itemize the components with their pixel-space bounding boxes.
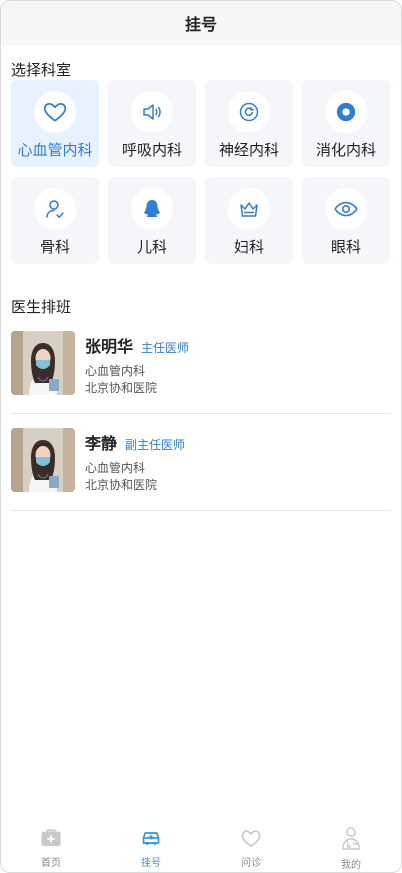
tab-home[interactable]: 首页 (1, 824, 101, 872)
speaker-icon (131, 91, 173, 133)
tab-label: 挂号 (141, 857, 161, 869)
crown-icon (228, 188, 270, 230)
department-label: 呼吸内科 (121, 141, 182, 159)
ambulance-icon (141, 828, 161, 852)
app-frame: 挂号 选择科室 心血管内科 呼吸内科 神经内科 消化内科 骨科 儿科 妇科 眼科… (0, 0, 402, 873)
bottom-tab-bar: 首页 挂号 问诊 我的 (1, 824, 401, 872)
schedule-section-title: 医生排班 (11, 298, 72, 316)
tab-label: 问诊 (241, 857, 261, 869)
doctor-name: 李静 (85, 434, 118, 453)
department-neurology[interactable]: 神经内科 (205, 80, 293, 167)
department-grid: 心血管内科 呼吸内科 神经内科 消化内科 骨科 儿科 妇科 眼科 (1, 80, 401, 264)
department-label: 消化内科 (315, 141, 376, 159)
doctor-department: 心血管内科 (85, 461, 146, 475)
doctor-icon (340, 826, 362, 854)
department-label: 骨科 (39, 238, 70, 256)
doctor-name: 张明华 (85, 337, 134, 356)
doctor-list: 张明华 主任医师 心血管内科 北京协和医院 李静 副主任医师 心血管内科 北京协… (1, 317, 401, 511)
doctor-hospital: 北京协和医院 (85, 381, 158, 395)
doctor-department: 心血管内科 (85, 364, 146, 378)
heart-outline-icon (240, 828, 262, 852)
heart-icon (34, 91, 76, 133)
department-gastroenterology[interactable]: 消化内科 (302, 80, 390, 167)
department-label: 儿科 (136, 238, 167, 256)
tab-consult[interactable]: 问诊 (201, 824, 301, 872)
department-label: 神经内科 (218, 141, 279, 159)
department-orthopedics[interactable]: 骨科 (11, 177, 99, 264)
department-pediatrics[interactable]: 儿科 (108, 177, 196, 264)
user-check-icon (34, 188, 76, 230)
doctor-card[interactable]: 李静 副主任医师 心血管内科 北京协和医院 (11, 414, 391, 511)
doctor-info: 张明华 主任医师 心血管内科 北京协和医院 (85, 331, 189, 394)
department-label: 妇科 (233, 238, 264, 256)
department-gynecology[interactable]: 妇科 (205, 177, 293, 264)
child-icon (131, 188, 173, 230)
doctor-title: 主任医师 (141, 341, 190, 355)
tab-register[interactable]: 挂号 (101, 824, 201, 872)
doctor-info: 李静 副主任医师 心血管内科 北京协和医院 (85, 428, 185, 491)
department-cardiology[interactable]: 心血管内科 (11, 80, 99, 167)
refresh-icon (228, 91, 270, 133)
tab-label: 首页 (41, 857, 61, 869)
medkit-icon (40, 828, 62, 852)
eye-icon (325, 188, 367, 230)
doctor-card[interactable]: 张明华 主任医师 心血管内科 北京协和医院 (11, 317, 391, 414)
doctor-title: 副主任医师 (125, 438, 186, 452)
tab-label: 我的 (341, 859, 361, 871)
doctor-hospital: 北京协和医院 (85, 478, 158, 492)
page-title: 挂号 (184, 15, 217, 34)
department-ophthalmology[interactable]: 眼科 (302, 177, 390, 264)
doctor-avatar (11, 331, 75, 395)
dot-circle-icon (325, 91, 367, 133)
tab-profile[interactable]: 我的 (301, 824, 401, 872)
department-label: 眼科 (330, 238, 361, 256)
top-bar: 挂号 (1, 1, 401, 45)
department-label: 心血管内科 (17, 141, 93, 159)
departments-section-title: 选择科室 (11, 61, 72, 79)
department-respiratory[interactable]: 呼吸内科 (108, 80, 196, 167)
doctor-avatar (11, 428, 75, 492)
